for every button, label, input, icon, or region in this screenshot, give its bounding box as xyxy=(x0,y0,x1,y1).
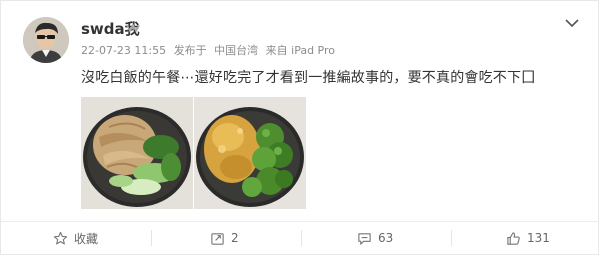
weibo-post-card: swda我 22-07-23 11:55 发布于 中国台湾 来自 iPad Pr… xyxy=(0,0,599,255)
post-text: 沒吃白飯的午餐⋯還好吃完了才看到一推編故事的，要不真的會吃不下囗 xyxy=(81,70,536,86)
like-button[interactable]: 131 xyxy=(506,229,550,247)
favorite-button[interactable]: 收藏 xyxy=(53,229,98,247)
thumbs-up-icon xyxy=(507,231,520,245)
comment-button[interactable]: 63 xyxy=(357,229,393,247)
action-separator xyxy=(451,230,452,246)
comment-count: 63 xyxy=(378,231,394,245)
action-separator xyxy=(151,230,152,246)
post-date[interactable]: 22-07-23 11:55 xyxy=(81,44,166,57)
chevron-down-icon[interactable] xyxy=(564,17,580,29)
source-label: 发布于 xyxy=(173,44,207,57)
post-image-1[interactable] xyxy=(81,97,193,209)
post-meta: 22-07-23 11:55 发布于 中国台湾 来自 iPad Pro xyxy=(81,42,339,58)
repost-button[interactable]: 2 xyxy=(210,229,239,247)
repost-icon xyxy=(211,232,224,245)
comment-icon xyxy=(358,232,371,245)
star-icon xyxy=(53,231,68,244)
vip-badge-icon xyxy=(126,23,140,33)
like-count: 131 xyxy=(527,231,550,245)
action-bar-divider xyxy=(1,221,599,222)
avatar[interactable] xyxy=(23,17,69,63)
post-device: 来自 iPad Pro xyxy=(265,44,336,57)
action-separator xyxy=(301,230,302,246)
favorite-label: 收藏 xyxy=(74,231,99,246)
repost-count: 2 xyxy=(231,231,239,245)
post-image-2[interactable] xyxy=(194,97,306,209)
post-location: 中国台湾 xyxy=(214,44,259,57)
